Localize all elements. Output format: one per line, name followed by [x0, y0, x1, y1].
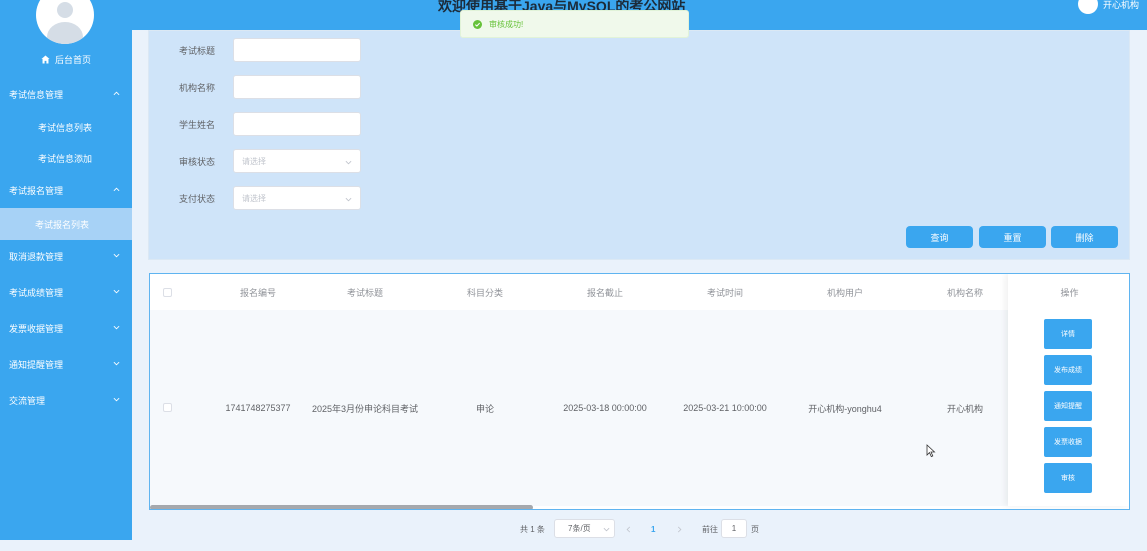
prev-page-button[interactable]	[625, 519, 632, 539]
home-icon	[41, 54, 50, 64]
sidebar-item-exam-info-list[interactable]: 考试信息列表	[0, 111, 132, 143]
student-name-input[interactable]	[233, 112, 361, 136]
select-placeholder: 请选择	[242, 193, 266, 203]
cell-category: 申论	[475, 403, 494, 414]
column-header: 操作	[1060, 287, 1079, 298]
column-header: 机构用户	[826, 287, 863, 298]
notify-button[interactable]: 通知提醒	[1044, 391, 1092, 421]
query-button[interactable]: 查询	[906, 226, 973, 248]
column-header: 考试标题	[346, 287, 383, 298]
chevron-up-icon	[113, 91, 120, 96]
cell-exam-title: 2025年3月份申论科目考试	[311, 403, 419, 414]
page-size-value: 7条/页	[568, 524, 591, 533]
sidebar-group-refund[interactable]: 取消退款管理	[0, 240, 132, 272]
form-row-exam-title: 考试标题	[149, 38, 361, 62]
form-label: 机构名称	[178, 82, 215, 93]
search-panel: 考试标题 机构名称 学生姓名 审核状态 请选择 支付状态 请选择 查询 重置 删…	[148, 30, 1130, 260]
success-toast: 审核成功!	[460, 10, 689, 38]
review-status-select[interactable]: 请选择	[233, 149, 361, 173]
user-avatar	[1077, 0, 1098, 14]
mouse-cursor-icon	[926, 444, 936, 458]
sidebar-item-label: 后台首页	[54, 54, 91, 65]
actions-column: 操作 详情 发布成绩 通知提醒 发票收据 审核	[1008, 274, 1129, 506]
user-name: 开心机构	[1102, 0, 1139, 10]
sidebar-item-label: 考试信息添加	[38, 153, 93, 164]
page-suffix: 页	[751, 524, 759, 534]
chevron-up-icon	[113, 187, 120, 192]
chevron-left-icon	[626, 526, 631, 532]
sidebar-item-exam-registration-list[interactable]: 考试报名列表	[0, 208, 132, 240]
select-all-checkbox[interactable]	[163, 288, 172, 297]
form-label: 支付状态	[178, 193, 215, 204]
goto-page-input[interactable]: 1	[721, 519, 747, 538]
toast-message: 审核成功!	[489, 19, 524, 29]
form-label: 考试标题	[178, 45, 215, 56]
sidebar-group-exam-registration[interactable]: 考试报名管理	[0, 174, 132, 206]
sidebar-group-label: 通知提醒管理	[9, 359, 64, 370]
sidebar-group-invoice[interactable]: 发票收据管理	[0, 312, 132, 344]
horizontal-scrollbar[interactable]	[150, 505, 533, 509]
chevron-down-icon	[603, 527, 610, 532]
reset-button[interactable]: 重置	[979, 226, 1046, 248]
sidebar-item-exam-info-add[interactable]: 考试信息添加	[0, 142, 132, 174]
column-header: 科目分类	[466, 287, 503, 298]
page-number-current[interactable]: 1	[651, 519, 655, 539]
chevron-down-icon	[113, 397, 120, 402]
sidebar-group-communication[interactable]: 交流管理	[0, 384, 132, 416]
sidebar: 后台首页 考试信息管理 考试信息列表 考试信息添加 考试报名管理 考试报名列表 …	[0, 0, 132, 540]
check-circle-icon	[473, 19, 482, 29]
cell-org-name: 开心机构	[946, 403, 983, 414]
next-page-button[interactable]	[676, 519, 683, 539]
sidebar-group-label: 考试成绩管理	[9, 287, 64, 298]
cell-org-user: 开心机构-yonghu4	[808, 403, 882, 414]
chevron-down-icon	[113, 325, 120, 330]
sidebar-group-exam-info[interactable]: 考试信息管理	[0, 78, 132, 110]
chevron-right-icon	[677, 526, 682, 532]
sidebar-group-scores[interactable]: 考试成绩管理	[0, 276, 132, 308]
sidebar-group-label: 交流管理	[9, 395, 46, 406]
avatar[interactable]	[36, 0, 94, 44]
form-row-student-name: 学生姓名	[149, 112, 361, 136]
sidebar-group-notification[interactable]: 通知提醒管理	[0, 348, 132, 380]
delete-button[interactable]: 删除	[1051, 226, 1118, 248]
sidebar-item-label: 考试报名列表	[35, 219, 90, 230]
chevron-down-icon	[113, 253, 120, 258]
pagination-total: 共 1 条	[520, 524, 545, 534]
review-button[interactable]: 审核	[1044, 463, 1092, 493]
org-name-input[interactable]	[233, 75, 361, 99]
publish-score-button[interactable]: 发布成绩	[1044, 355, 1092, 385]
chevron-down-icon	[113, 361, 120, 366]
sidebar-group-label: 考试报名管理	[9, 185, 64, 196]
form-row-review-status: 审核状态 请选择	[149, 149, 361, 173]
sidebar-group-label: 发票收据管理	[9, 323, 64, 334]
sidebar-item-label: 考试信息列表	[38, 122, 93, 133]
goto-label: 前往	[702, 524, 718, 534]
chevron-down-icon	[345, 160, 352, 165]
form-row-payment-status: 支付状态 请选择	[149, 186, 361, 210]
form-label: 审核状态	[178, 156, 215, 167]
page-size-select[interactable]: 7条/页	[554, 519, 615, 538]
chevron-down-icon	[345, 197, 352, 202]
exam-title-input[interactable]	[233, 38, 361, 62]
sidebar-group-label: 取消退款管理	[9, 251, 64, 262]
sidebar-group-label: 考试信息管理	[9, 89, 64, 100]
form-label: 学生姓名	[178, 119, 215, 130]
registration-table: 报名编号 考试标题 科目分类 报名截止 考试时间 机构用户 机构名称 17417…	[149, 273, 1130, 510]
sidebar-item-home[interactable]: 后台首页	[0, 43, 132, 75]
column-header: 机构名称	[946, 287, 983, 298]
select-placeholder: 请选择	[242, 156, 266, 166]
invoice-button[interactable]: 发票收据	[1044, 427, 1092, 457]
row-checkbox[interactable]	[163, 403, 172, 412]
user-menu[interactable]: 开心机构	[1077, 0, 1139, 14]
form-row-org-name: 机构名称	[149, 75, 361, 99]
payment-status-select[interactable]: 请选择	[233, 186, 361, 210]
chevron-down-icon	[113, 289, 120, 294]
detail-button[interactable]: 详情	[1044, 319, 1092, 349]
